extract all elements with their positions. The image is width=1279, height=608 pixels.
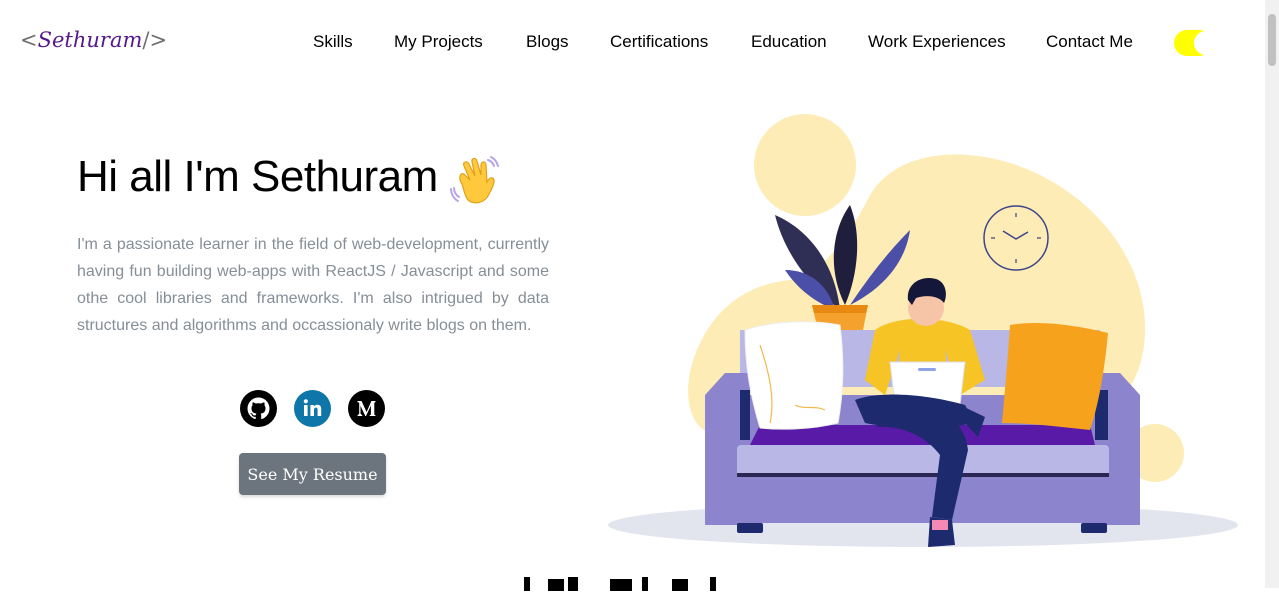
nav-blogs[interactable]: Blogs — [526, 32, 569, 52]
logo-link[interactable]: <Sethuram/> — [20, 28, 167, 52]
see-resume-button[interactable]: See My Resume — [239, 453, 386, 495]
hero-illustration — [600, 105, 1250, 565]
header: <Sethuram/> Skills My Projects Blogs Cer… — [0, 0, 1265, 88]
theme-toggle[interactable] — [1174, 30, 1218, 56]
nav-skills[interactable]: Skills — [313, 32, 353, 52]
linkedin-icon[interactable] — [294, 390, 331, 427]
waving-hand-icon — [448, 154, 500, 206]
scrollbar-thumb[interactable] — [1268, 14, 1276, 66]
github-icon[interactable] — [240, 390, 277, 427]
nav-contact-me[interactable]: Contact Me — [1046, 32, 1133, 52]
nav-my-projects[interactable]: My Projects — [394, 32, 483, 52]
toggle-knob-icon — [1194, 31, 1218, 55]
nav-work-experiences[interactable]: Work Experiences — [868, 32, 1006, 52]
logo-open-bracket: < — [20, 28, 38, 52]
nav-education[interactable]: Education — [751, 32, 827, 52]
logo-close-bracket: /> — [142, 28, 168, 52]
logo-name: Sethuram — [37, 28, 143, 52]
nav-certifications[interactable]: Certifications — [610, 32, 708, 52]
next-section-heading-partial — [524, 568, 724, 608]
medium-icon[interactable] — [348, 390, 385, 427]
hero-intro: I'm a passionate learner in the field of… — [77, 236, 549, 334]
hero-greeting: Hi all I'm Sethuram — [77, 152, 438, 201]
scrollbar[interactable] — [1265, 0, 1279, 588]
